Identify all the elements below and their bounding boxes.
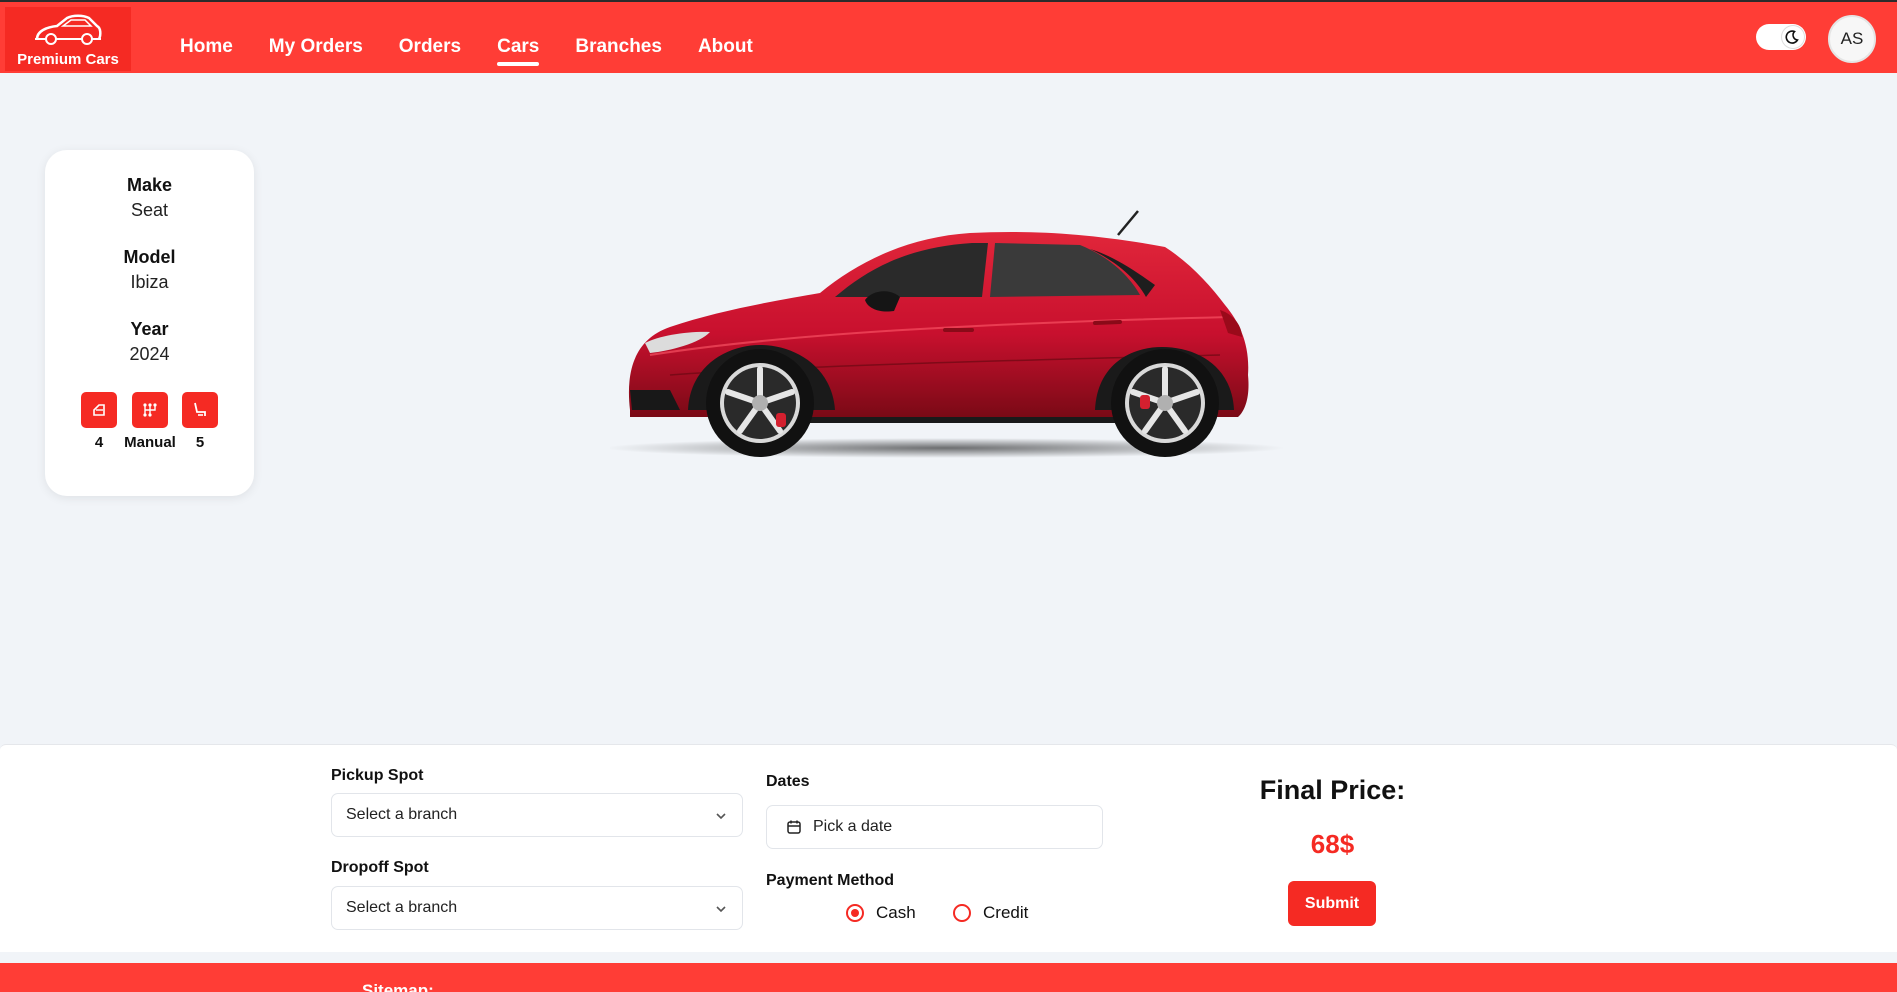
payment-option-label: Cash [876,903,916,922]
gearbox-icon [143,403,157,417]
make-label: Make [126,175,173,195]
nav-link-branches[interactable]: Branches [575,36,662,58]
footer: Sitemap: [0,963,1897,992]
booking-panel: Pickup Spot Select a branch Dropoff Spot… [0,744,1897,952]
brand-logo[interactable]: Premium Cars [5,7,131,71]
car-logo-icon [35,14,102,45]
calendar-icon [787,820,801,834]
year-label: Year [130,319,169,339]
doors-value: 4 [94,434,104,451]
submit-button[interactable]: Submit [1288,881,1376,926]
nav-link-orders[interactable]: Orders [399,36,461,58]
user-avatar[interactable]: AS [1828,15,1876,63]
car-image [610,210,1285,458]
dropoff-label: Dropoff Spot [331,859,429,876]
door-icon [93,404,105,416]
payment-option-credit[interactable]: Credit [953,903,1028,923]
nav-link-home[interactable]: Home [180,36,233,58]
dates-value: Pick a date [813,818,893,835]
pickup-value: Select a branch [346,806,458,823]
year-value: 2024 [129,344,170,364]
transmission-value: Manual [124,434,176,451]
final-price-value: 68$ [1310,829,1355,859]
payment-option-cash[interactable]: Cash [846,903,916,923]
seat-icon [194,402,206,416]
pickup-label: Pickup Spot [331,767,424,784]
seats-value: 5 [195,434,205,451]
model-value: Ibiza [130,272,169,292]
radio-button[interactable] [953,904,971,922]
chevron-down-icon [716,906,726,913]
payment-label: Payment Method [766,872,895,889]
dropoff-select[interactable]: Select a branch [331,886,743,930]
make-value: Seat [130,200,169,220]
theme-toggle[interactable] [1756,24,1806,50]
date-picker[interactable]: Pick a date [766,805,1103,849]
final-price-title: Final Price: [1259,775,1406,805]
feature-transmission: Manual [121,392,179,451]
car-info-card: Make Seat Model Ibiza Year 2024 4 Manual… [45,150,254,496]
pickup-select[interactable]: Select a branch [331,793,743,837]
radio-button[interactable] [846,904,864,922]
nav-link-about[interactable]: About [698,36,753,58]
footer-sitemap-heading: Sitemap: [362,981,434,992]
nav-link-my-orders[interactable]: My Orders [269,36,363,58]
nav-links: Home My Orders Orders Cars Branches Abou… [180,36,753,66]
nav-link-cars[interactable]: Cars [497,36,540,66]
model-label: Model [123,247,176,267]
payment-option-label: Credit [983,903,1029,922]
brand-name: Premium Cars [17,51,119,68]
dropoff-value: Select a branch [346,899,458,916]
feature-doors: 4 [81,392,117,451]
chevron-down-icon [716,813,726,820]
navbar: Premium Cars Home My Orders Orders Cars … [0,0,1897,73]
dates-label: Dates [766,773,810,790]
feature-seats: 5 [182,392,218,451]
moon-icon [1785,30,1799,44]
